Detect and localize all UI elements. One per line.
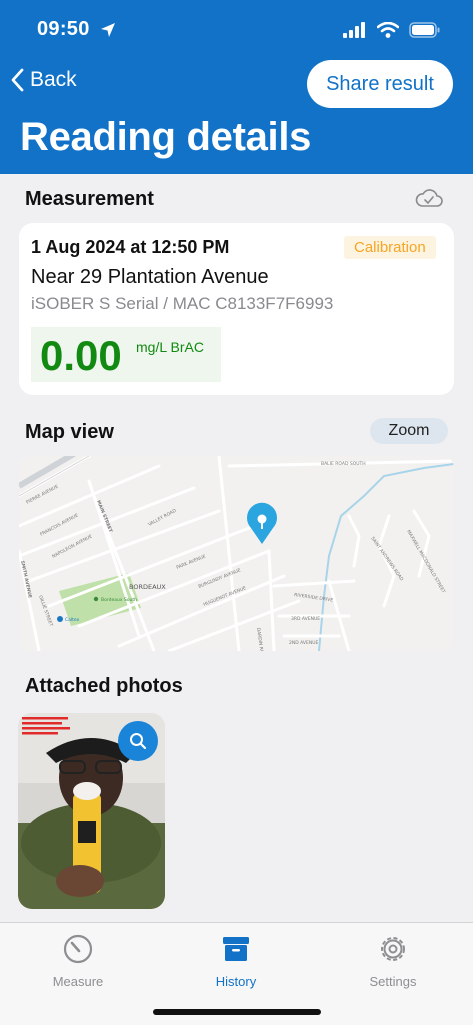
calibration-badge: Calibration xyxy=(344,236,436,259)
attached-photo[interactable] xyxy=(18,713,165,909)
gear-icon xyxy=(381,937,405,961)
page-title: Reading details xyxy=(20,115,312,159)
tab-measure[interactable]: Measure xyxy=(28,933,128,989)
measurement-card: 1 Aug 2024 at 12:50 PM Calibration Near … xyxy=(19,223,454,395)
measurement-location: Near 29 Plantation Avenue xyxy=(31,266,269,288)
tab-measure-label: Measure xyxy=(52,974,104,989)
map-label-caltex: Caltex xyxy=(65,617,80,623)
cloud-synced-icon xyxy=(415,189,443,207)
tab-settings[interactable]: Settings xyxy=(343,933,443,989)
fuel-station-icon xyxy=(57,616,63,622)
map-label-balie-road: BALIE ROAD SOUTH xyxy=(321,461,366,467)
status-time: 09:50 xyxy=(37,18,90,40)
map-label-3rd-avenue: 3RD AVENUE xyxy=(291,616,320,622)
cellular-signal-icon xyxy=(343,22,365,38)
zoom-button[interactable]: Zoom xyxy=(370,418,448,444)
map-section-title: Map view xyxy=(25,421,114,443)
photo-zoom-button[interactable] xyxy=(118,721,158,761)
gauge-icon xyxy=(63,934,93,964)
device-info: iSOBER S Serial / MAC C8133F7F6993 xyxy=(31,294,334,313)
tab-settings-label: Settings xyxy=(369,974,417,989)
battery-icon xyxy=(409,22,440,38)
header: 09:50 Back Share result Reading details xyxy=(0,0,473,174)
archive-box-icon xyxy=(223,937,249,961)
photos-section-title: Attached photos xyxy=(25,675,183,697)
back-label: Back xyxy=(30,68,77,91)
map-label-bordeaux: BORDEAUX xyxy=(129,583,166,591)
measurement-date: 1 Aug 2024 at 12:50 PM xyxy=(31,237,230,257)
chevron-left-icon xyxy=(11,68,24,92)
back-button[interactable]: Back xyxy=(10,68,77,92)
park-marker-icon xyxy=(93,596,99,602)
map-label-bordeaux-south: Bordeaux South xyxy=(101,597,137,603)
reading-value: 0.00 xyxy=(40,332,122,379)
map-canvas: BALIE ROAD SOUTH PIERRE AVENUE FRANCOIS … xyxy=(19,456,454,651)
location-arrow-icon xyxy=(101,23,115,37)
map-view[interactable]: BALIE ROAD SOUTH PIERRE AVENUE FRANCOIS … xyxy=(19,456,454,651)
measurement-section-title: Measurement xyxy=(25,188,154,210)
magnifier-icon xyxy=(130,733,147,750)
reading-unit: mg/L BrAC xyxy=(136,339,204,355)
map-label-2nd-avenue: 2ND AVENUE xyxy=(289,640,318,646)
status-icons xyxy=(343,22,441,38)
reading-box: 0.00 mg/L BrAC xyxy=(31,327,221,382)
home-indicator xyxy=(153,1009,321,1015)
tab-history[interactable]: History xyxy=(186,933,286,989)
wifi-icon xyxy=(377,22,399,38)
tab-history-label: History xyxy=(215,974,257,989)
share-result-button[interactable]: Share result xyxy=(307,60,453,108)
